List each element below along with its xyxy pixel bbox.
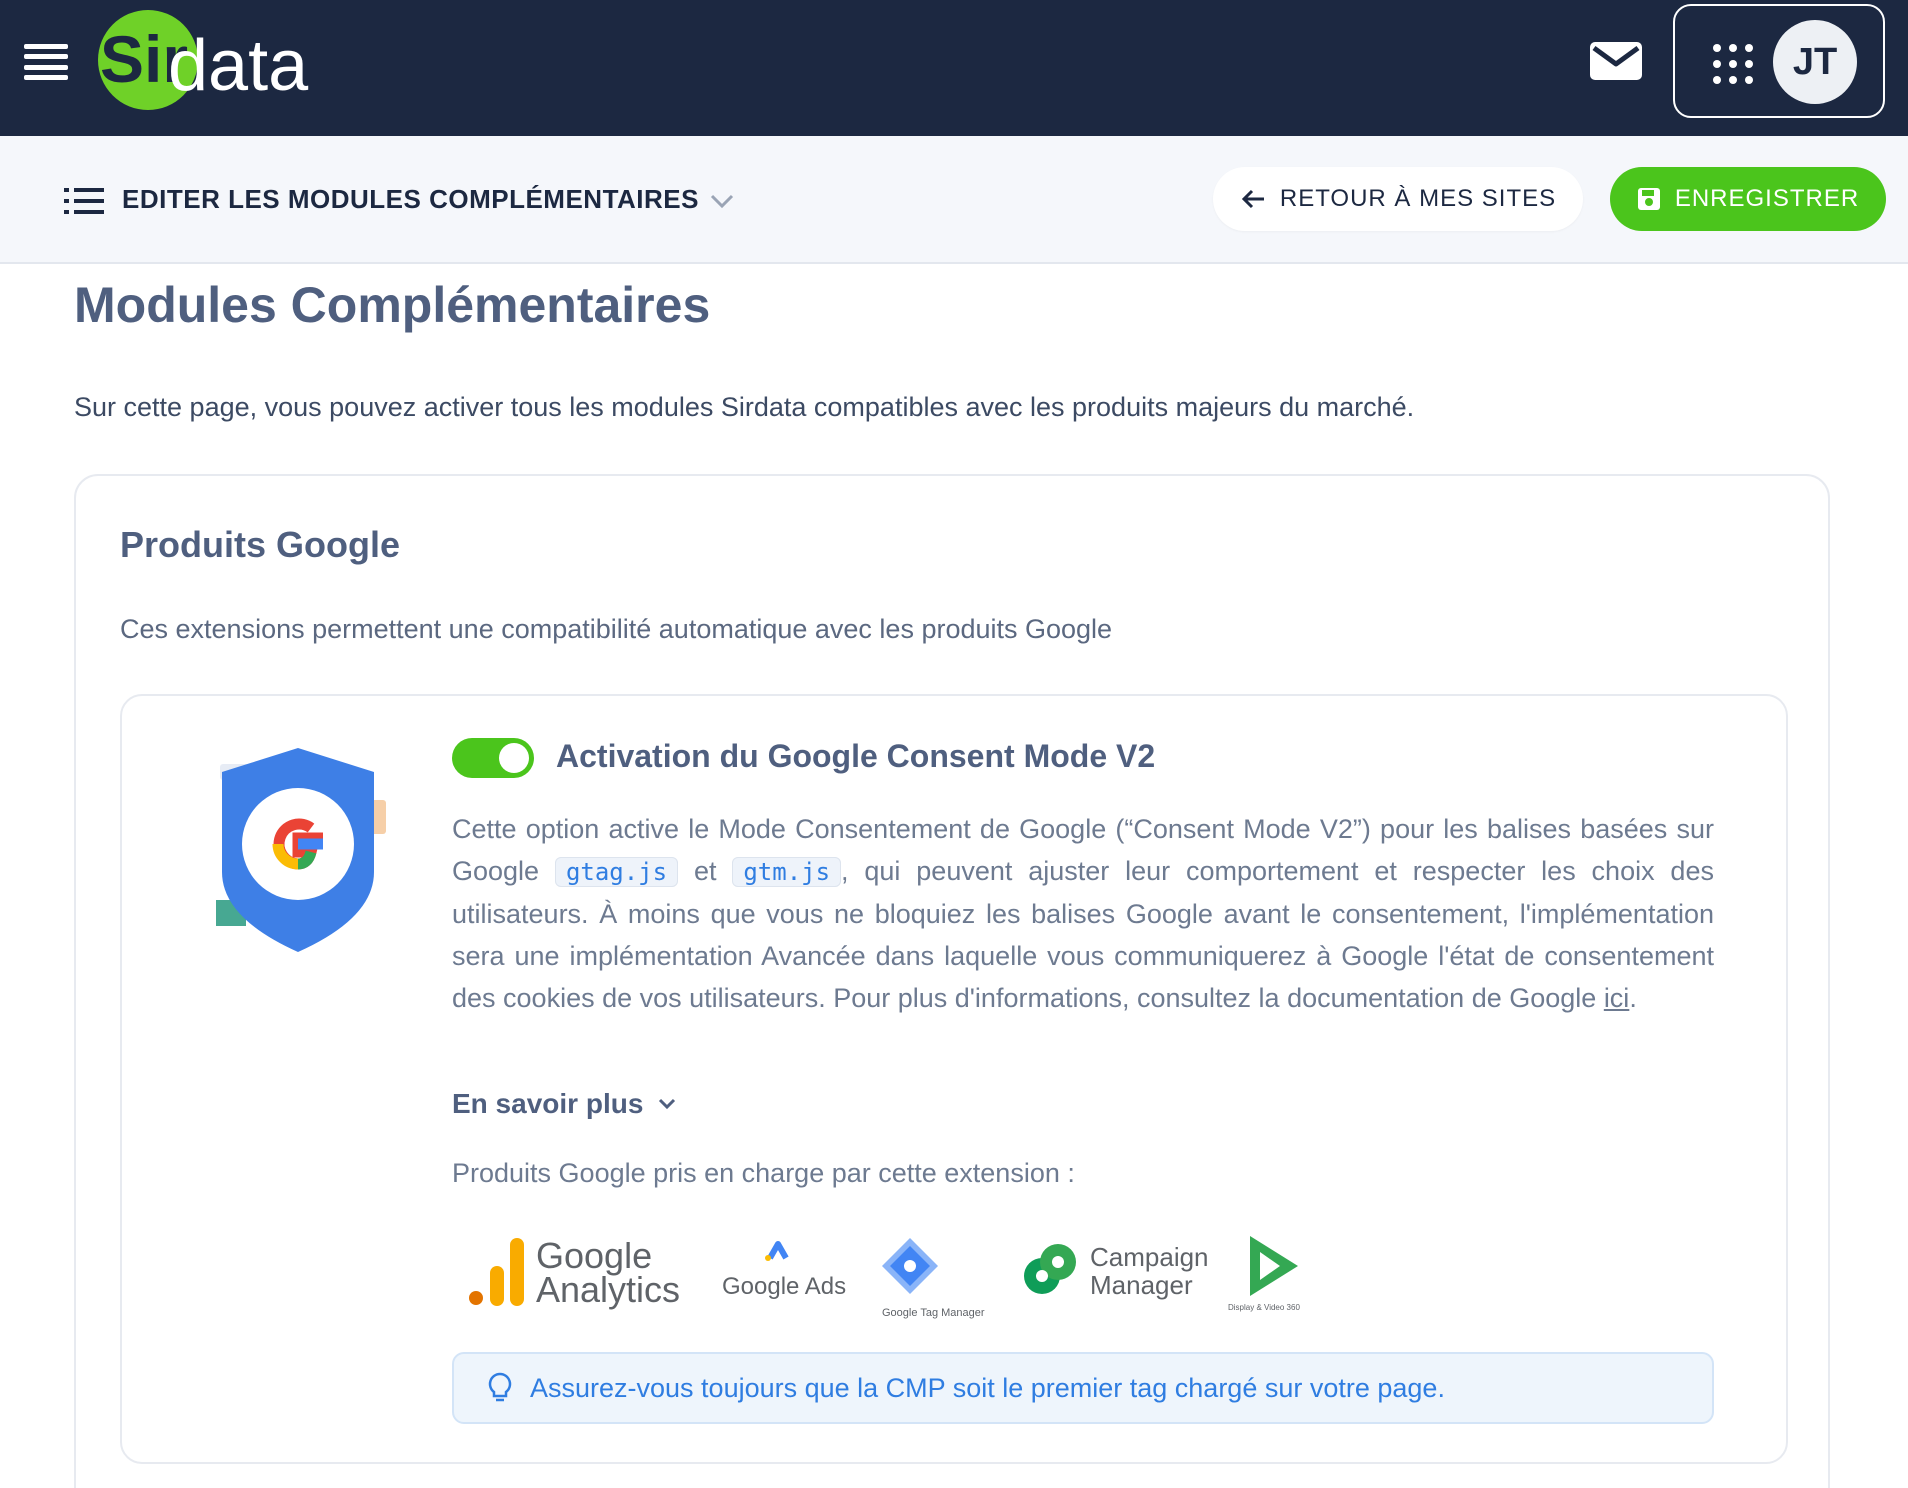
chevron-down-icon[interactable] (708, 188, 736, 212)
user-avatar[interactable]: JT (1773, 20, 1857, 104)
google-ads-logo: Google Ads (722, 1241, 846, 1300)
supported-products-logos: Google Analytics Google Ads Google Tag M… (469, 1235, 1300, 1319)
cm-line1: Campaign (1090, 1242, 1209, 1272)
learn-more-toggle[interactable]: En savoir plus (452, 1088, 677, 1120)
documentation-link[interactable]: ici (1604, 983, 1630, 1013)
gtag-code: gtag.js (554, 857, 679, 887)
module-description: Cette option active le Mode Consentement… (452, 808, 1714, 1019)
tip-text: Assurez-vous toujours que la CMP soit le… (530, 1372, 1445, 1403)
consent-mode-toggle[interactable] (452, 738, 534, 778)
google-analytics-logo: Google Analytics (469, 1235, 680, 1310)
chevron-down-icon (659, 1098, 676, 1110)
apps-grid-icon[interactable] (1713, 44, 1753, 84)
cmp-first-tag-tip: Assurez-vous toujours que la CMP soit le… (452, 1352, 1714, 1424)
google-tag-manager-logo: Google Tag Manager (882, 1238, 985, 1319)
cm-line2: Manager (1090, 1270, 1193, 1300)
desc-text-et: et (693, 856, 717, 886)
gtm-code: gtm.js (732, 857, 842, 887)
google-products-card: Produits Google Ces extensions permetten… (74, 474, 1830, 1488)
top-navigation-bar: Sir data JT (0, 0, 1908, 136)
page-description: Sur cette page, vous pouvez activer tous… (74, 392, 1415, 422)
learn-more-label: En savoir plus (452, 1088, 644, 1119)
floppy-disk-icon (1637, 188, 1660, 210)
ads-label: Google Ads (722, 1273, 846, 1300)
list-icon (64, 188, 104, 214)
display-video-360-logo: Display & Video 360 (1228, 1236, 1300, 1312)
toolbar-title: EDITER LES MODULES COMPLÉMENTAIRES (122, 184, 699, 214)
consent-mode-module: Activation du Google Consent Mode V2 Cet… (120, 694, 1788, 1464)
dv-label: Display & Video 360 (1228, 1303, 1300, 1312)
ga-line2: Analytics (536, 1269, 680, 1310)
page-toolbar: EDITER LES MODULES COMPLÉMENTAIRES RETOU… (0, 136, 1908, 264)
supported-products-label: Produits Google pris en charge par cette… (452, 1158, 1075, 1188)
desc-end: . (1629, 983, 1637, 1013)
back-button-label: RETOUR À MES SITES (1279, 185, 1557, 212)
mail-icon[interactable] (1588, 38, 1644, 84)
lightbulb-icon (488, 1372, 512, 1402)
arrow-left-icon (1241, 189, 1264, 209)
save-button-label: ENREGISTRER (1674, 185, 1860, 212)
sirdata-logo[interactable]: Sir data (96, 4, 336, 114)
account-area: JT (1673, 4, 1885, 118)
card-description: Ces extensions permettent une compatibil… (120, 614, 1113, 644)
google-shield-icon (216, 748, 386, 952)
back-to-sites-button[interactable]: RETOUR À MES SITES (1213, 167, 1583, 231)
card-title: Produits Google (120, 524, 401, 565)
campaign-manager-logo: Campaign Manager (1024, 1242, 1209, 1300)
module-title: Activation du Google Consent Mode V2 (556, 738, 1156, 774)
menu-icon[interactable] (24, 44, 68, 80)
save-button[interactable]: ENREGISTRER (1610, 167, 1886, 231)
page-title: Modules Complémentaires (74, 277, 711, 333)
svg-text:data: data (168, 26, 309, 106)
gtm-label: Google Tag Manager (882, 1307, 985, 1319)
